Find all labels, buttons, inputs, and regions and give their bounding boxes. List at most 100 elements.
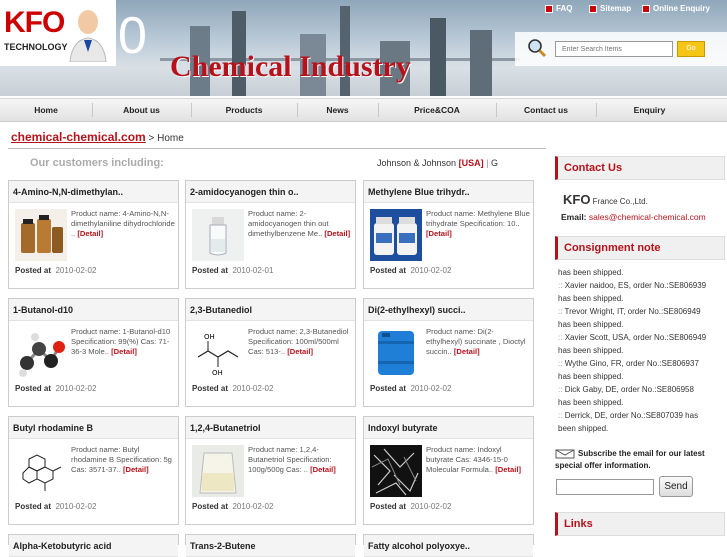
detail-link[interactable]: [Detail]	[287, 347, 313, 356]
faq-label: FAQ	[556, 4, 573, 13]
posted-value: 2010-02-02	[55, 266, 97, 275]
consignment-text: Derrick, DE, order No.:SE807039 has	[564, 411, 699, 420]
posted-label: Posted at	[192, 502, 229, 511]
ticker-separator: |	[486, 158, 489, 168]
product-title[interactable]: Butyl rhodamine B	[9, 417, 178, 439]
consignment-text: Trevor Wright, IT, order No.:SE806949	[564, 307, 701, 316]
nav-products[interactable]: Products	[191, 99, 297, 121]
hero-title: Chemical Industry	[170, 50, 411, 83]
consignment-text: Xavier naidoo, ES, order No.:SE806939	[564, 281, 707, 290]
search-icon	[528, 39, 547, 58]
search-go-button[interactable]: Go	[677, 41, 705, 57]
online-enquiry-link[interactable]: Online Enquiry	[642, 4, 710, 13]
customers-label: Our customers including:	[30, 157, 164, 169]
product-card: 1-Butanol-d10 Product name: 1-Butanol-d1…	[8, 298, 179, 407]
product-title[interactable]: 1-Butanol-d10	[9, 299, 178, 321]
nav-about-us[interactable]: About us	[92, 99, 191, 121]
product-title[interactable]: Trans-2-Butene	[186, 535, 355, 557]
nav-price-coa[interactable]: Price&COA	[378, 99, 496, 121]
detail-link[interactable]: [Detail]	[310, 465, 336, 474]
posted-value: 2010-02-02	[232, 384, 274, 393]
posted-label: Posted at	[15, 384, 52, 393]
logo-person-icon	[69, 10, 107, 62]
detail-link[interactable]: [Detail]	[454, 347, 480, 356]
nav-enquiry[interactable]: Enquiry	[596, 99, 703, 121]
posted-date: Posted at 2010-02-02	[370, 384, 451, 393]
subscribe-text-block: Subscribe the email for our latest speci…	[555, 448, 725, 472]
product-title[interactable]: Di(2-ethylhexyl) succi..	[364, 299, 533, 321]
description-text: Product name: Methylene Blue trihydrate …	[426, 209, 530, 228]
nav-news[interactable]: News	[297, 99, 378, 121]
posted-label: Posted at	[370, 266, 407, 275]
consignment-text: has been shipped.	[558, 398, 624, 407]
divider	[8, 148, 546, 149]
detail-link[interactable]: [Detail]	[77, 229, 103, 238]
arrow-icon: ::	[558, 385, 563, 394]
faq-link[interactable]: FAQ	[545, 4, 572, 13]
posted-date: Posted at 2010-02-02	[192, 384, 273, 393]
subscribe-email-input[interactable]	[556, 479, 654, 495]
detail-link[interactable]: [Detail]	[426, 229, 452, 238]
email-link[interactable]: sales@chemical-chemical.com	[589, 212, 706, 222]
product-description: Product name: 2-amidocyanogen thin out d…	[248, 209, 352, 239]
dark-crystal-image[interactable]	[370, 445, 422, 497]
product-title[interactable]: Indoxyl butyrate	[364, 417, 533, 439]
product-title[interactable]: Fatty alcohol polyoxye..	[364, 535, 533, 557]
list-item: has been shipped.	[558, 266, 723, 279]
consignment-text: has been shipped.	[558, 346, 624, 355]
posted-date: Posted at 2010-02-02	[15, 266, 96, 275]
contact-kfo: KFO	[563, 192, 591, 207]
structure-formula-image[interactable]	[15, 445, 67, 497]
consignment-text: has been shipped.	[558, 372, 624, 381]
list-item: has been shipped.	[558, 344, 723, 357]
description-text: Product name: 2-amidocyanogen thin out d…	[248, 209, 329, 238]
posted-label: Posted at	[370, 502, 407, 511]
send-button[interactable]: Send	[659, 476, 693, 497]
posted-date: Posted at 2010-02-01	[192, 266, 273, 275]
detail-link[interactable]: [Detail]	[324, 229, 350, 238]
arrow-icon: ::	[558, 281, 563, 290]
posted-value: 2010-02-02	[55, 384, 97, 393]
product-title[interactable]: Alpha-Ketobutyric acid	[9, 535, 178, 557]
detail-link[interactable]: [Detail]	[123, 465, 149, 474]
posted-label: Posted at	[370, 384, 407, 393]
consignment-heading: Consignment note	[555, 236, 725, 260]
consignment-list: has been shipped. :: Xavier naidoo, ES, …	[558, 266, 723, 435]
breadcrumb-site-link[interactable]: chemical-chemical.com	[11, 130, 146, 144]
consignment-text: Dick Gaby, DE, order No.:SE806958	[564, 385, 694, 394]
product-title[interactable]: 2,3-Butanediol	[186, 299, 355, 321]
structure-formula-image[interactable]: OH OH	[192, 327, 244, 379]
brown-bottles-image[interactable]	[15, 209, 67, 261]
search-input[interactable]	[555, 41, 673, 57]
posted-date: Posted at 2010-02-02	[370, 502, 451, 511]
description-text: Product name: Butyl rhodamine B Specific…	[71, 445, 172, 474]
product-description: Product name: 1,2,4-Butanetriol Specific…	[248, 445, 352, 475]
arrow-icon: ::	[558, 359, 563, 368]
consignment-text: been shipped.	[558, 424, 609, 433]
list-item: :: Derrick, DE, order No.:SE807039 has	[558, 409, 723, 422]
nav-home[interactable]: Home	[0, 99, 92, 121]
product-title[interactable]: 1,2,4-Butanetriol	[186, 417, 355, 439]
subscribe-text: Subscribe the email for our latest speci…	[555, 449, 705, 470]
sitemap-link[interactable]: Sitemap	[589, 4, 631, 13]
white-jars-image[interactable]	[370, 209, 422, 261]
blue-drum-image[interactable]	[370, 327, 422, 379]
product-title[interactable]: 2-amidocyanogen thin o..	[186, 181, 355, 203]
molecule-model-image[interactable]	[15, 327, 67, 379]
nav-contact-us[interactable]: Contact us	[496, 99, 596, 121]
search-area: Go	[515, 32, 727, 66]
product-title[interactable]: Methylene Blue trihydr..	[364, 181, 533, 203]
clear-vial-image[interactable]	[192, 445, 244, 497]
detail-link[interactable]: [Detail]	[495, 465, 521, 474]
clear-vial-image[interactable]	[192, 209, 244, 261]
breadcrumb-current: > Home	[145, 133, 184, 144]
product-title[interactable]: 4-Amino-N,N-dimethylan..	[9, 181, 178, 203]
product-card: 2-amidocyanogen thin o.. Product name: 2…	[185, 180, 356, 289]
posted-label: Posted at	[192, 384, 229, 393]
consignment-text: Wythe Gino, FR, order No.:SE806937	[564, 359, 699, 368]
product-card: 4-Amino-N,N-dimethylan.. Product name: 4…	[8, 180, 179, 289]
detail-link[interactable]: [Detail]	[111, 347, 137, 356]
posted-value: 2010-02-02	[410, 266, 452, 275]
posted-label: Posted at	[15, 502, 52, 511]
logo[interactable]: KFO TECHNOLOGY	[0, 0, 116, 66]
